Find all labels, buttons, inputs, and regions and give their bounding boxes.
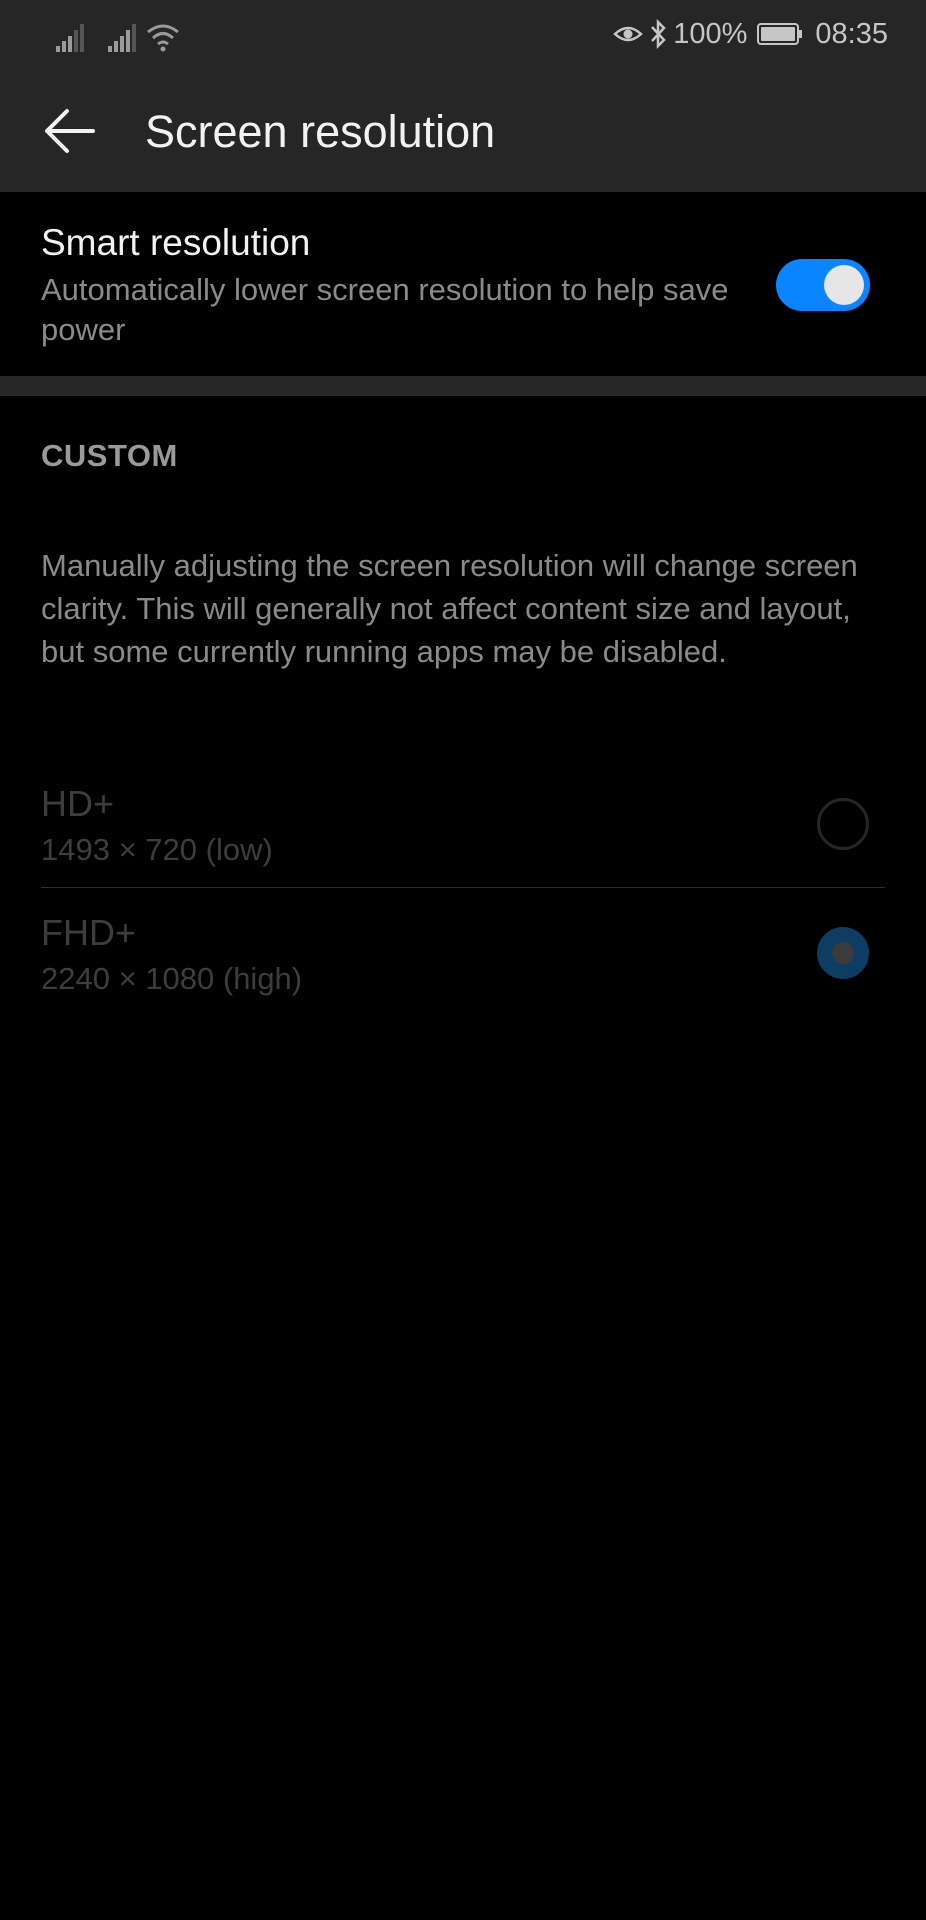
option-detail: 1493 × 720 (low)	[41, 832, 273, 867]
status-right: 100% 08:35	[613, 14, 888, 54]
smart-resolution-description: Automatically lower screen resolution to…	[41, 272, 729, 347]
eye-comfort-icon	[613, 22, 644, 46]
radio-selected-dot	[832, 942, 854, 964]
option-name: FHD+	[41, 912, 137, 953]
signal-1-icon	[56, 24, 86, 52]
signal-2-icon	[108, 24, 138, 52]
custom-description: Manually adjusting the screen resolution…	[41, 548, 858, 669]
custom-section-header: CUSTOM	[41, 438, 178, 473]
resolution-option-hd[interactable]: HD+ 1493 × 720 (low)	[41, 760, 885, 888]
option-name: HD+	[41, 783, 115, 824]
status-left	[56, 18, 180, 52]
section-divider	[0, 376, 926, 396]
option-detail: 2240 × 1080 (high)	[41, 961, 303, 996]
battery-icon	[757, 22, 803, 46]
status-time: 08:35	[815, 17, 888, 50]
page-title: Screen resolution	[145, 106, 496, 157]
app-bar: Screen resolution	[0, 80, 926, 184]
toggle-knob	[824, 265, 864, 305]
back-button[interactable]	[36, 100, 102, 166]
arrow-left-icon	[43, 108, 95, 159]
smart-resolution-toggle[interactable]	[776, 259, 870, 311]
smart-resolution-title: Smart resolution	[41, 222, 311, 263]
bluetooth-icon	[649, 19, 667, 49]
smart-resolution-row[interactable]: Smart resolution Automatically lower scr…	[0, 192, 926, 376]
battery-percentage: 100%	[673, 17, 748, 50]
radio-button-fhd[interactable]	[817, 927, 869, 979]
wifi-icon	[146, 22, 180, 52]
radio-button-hd[interactable]	[817, 798, 869, 850]
resolution-option-fhd[interactable]: FHD+ 2240 × 1080 (high)	[41, 889, 885, 1017]
status-bar: 100% 08:35	[0, 0, 926, 70]
